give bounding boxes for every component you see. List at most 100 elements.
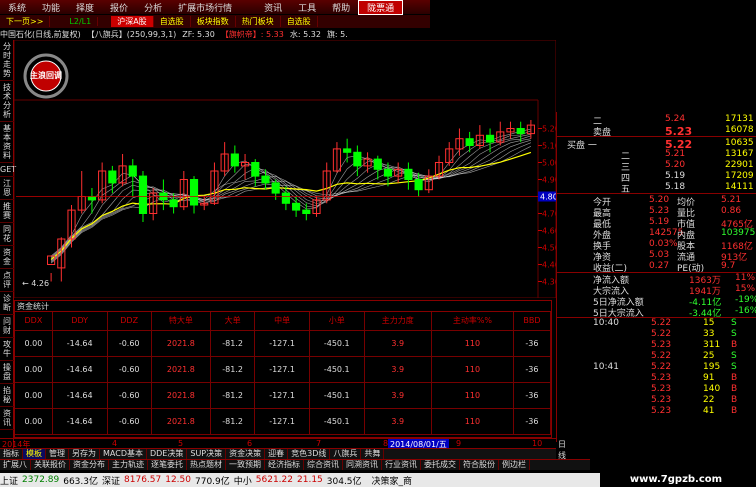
- ma-fan-line: [50, 130, 532, 258]
- tick-side: S: [731, 362, 737, 372]
- extension-tab[interactable]: 一致预期: [226, 460, 265, 470]
- capital-cell: -450.1: [309, 382, 365, 409]
- extension-tab[interactable]: 扩展八: [0, 460, 31, 470]
- indicator-tab[interactable]: 迎春: [265, 449, 289, 459]
- tick-volume: 15: [703, 318, 715, 328]
- left-tab[interactable]: 江恩: [0, 177, 14, 200]
- y-tick-label: 5.20: [542, 125, 556, 134]
- indicator-tab[interactable]: DDE决策: [147, 449, 188, 459]
- candle-body: [292, 202, 301, 211]
- left-tab[interactable]: 操盘: [0, 361, 14, 384]
- extension-tab[interactable]: 主力轨迹: [109, 460, 148, 470]
- capital-caption: 资金统计: [15, 301, 551, 312]
- tick-side: B: [731, 340, 738, 350]
- indicator-tab[interactable]: 竞色3D线: [288, 449, 331, 459]
- left-tab[interactable]: 同花: [0, 223, 14, 246]
- menu-item[interactable]: 资讯: [256, 1, 290, 14]
- left-tab[interactable]: 问财: [0, 315, 14, 338]
- capital-col-header: 大单: [210, 312, 256, 331]
- capital-cell: -81.2: [210, 356, 256, 383]
- candle-body: [353, 151, 362, 167]
- capital-cell: -0.60: [107, 408, 152, 435]
- bid-volume: 13167: [725, 149, 754, 159]
- menu-item[interactable]: 分析: [136, 1, 170, 14]
- extension-tab[interactable]: 同溯资讯: [343, 460, 382, 470]
- sz-change: 12.50: [165, 475, 191, 485]
- extension-tab[interactable]: 资金分布: [70, 460, 109, 470]
- indicator-tab[interactable]: SUP决策: [187, 449, 227, 459]
- extension-tab[interactable]: 综合资讯: [304, 460, 343, 470]
- capital-cell: -14.64: [52, 330, 108, 357]
- stat-value: 9.7: [721, 261, 736, 271]
- menu-item[interactable]: 扩展市场行情: [170, 1, 240, 14]
- zf-value: ZF: 5.30: [182, 29, 215, 39]
- toolbar-item[interactable]: 热门板块: [236, 16, 281, 27]
- left-tab[interactable]: 攻牛: [0, 338, 14, 361]
- capital-cell: -450.1: [309, 356, 365, 383]
- menu-item[interactable]: 报价: [102, 1, 136, 14]
- extension-tab[interactable]: 符合股份: [460, 460, 499, 470]
- capital-col-header: 主力力度: [364, 312, 432, 331]
- indicator-tab[interactable]: 共舞: [361, 449, 385, 459]
- indicator-tab[interactable]: 另存为: [69, 449, 100, 459]
- extension-tab[interactable]: 逐笔委托: [148, 460, 187, 470]
- toolbar-item[interactable]: 沪深A股: [111, 16, 154, 27]
- toolbar-item[interactable]: 板块指数: [191, 16, 236, 27]
- tick-volume: 195: [703, 362, 721, 372]
- left-tab[interactable]: 诊断: [0, 292, 14, 315]
- left-tab[interactable]: 资金: [0, 246, 14, 269]
- extension-tab[interactable]: 例边栏: [499, 460, 530, 470]
- left-tab[interactable]: GET: [0, 163, 16, 177]
- period-label[interactable]: 日线: [558, 439, 566, 461]
- indicator-tab[interactable]: 管理: [46, 449, 69, 459]
- capital-stats-panel: 资金统计 DDX DDY DDZ 特大单 大单 中单 小单 主力力度 主动率%% BBD 0.00…: [14, 300, 552, 438]
- indicator-tab[interactable]: 资金决策: [226, 449, 266, 459]
- extension-tab[interactable]: 热点题材: [187, 460, 226, 470]
- left-tab[interactable]: 推赛: [0, 200, 14, 223]
- left-tab[interactable]: 掐秘: [0, 384, 14, 407]
- y-tick-label: 4.60: [542, 227, 556, 236]
- extension-tab[interactable]: 经济指标: [265, 460, 304, 470]
- toolbar-item[interactable]: 下一页>>: [0, 16, 51, 27]
- menu-item[interactable]: 陇票通: [358, 0, 404, 15]
- stat-value: 103975: [721, 228, 756, 238]
- date-mark: 4: [112, 439, 118, 448]
- indicator-tab[interactable]: 指标: [0, 449, 23, 459]
- candlestick-chart[interactable]: 5.20 5.10 5.00 4.90 4.80 4.70 4.60 4.50 4.40 4.30…: [14, 40, 556, 298]
- capital-cell: -127.1: [254, 356, 310, 383]
- menu-item[interactable]: 帮助: [324, 1, 358, 14]
- candle-body: [465, 138, 474, 146]
- indicator-tab[interactable]: MACD基本: [100, 449, 147, 459]
- capital-cell: 3.9: [364, 382, 432, 409]
- menu-item[interactable]: 择度: [68, 1, 102, 14]
- tick-side: B: [731, 384, 738, 394]
- indicator-tab[interactable]: 八旗兵: [330, 449, 362, 459]
- capital-col-header: 小单: [309, 312, 365, 331]
- candle-body: [189, 179, 199, 206]
- tick-price: 5.23: [651, 384, 672, 394]
- extension-tab[interactable]: 关联报价: [31, 460, 70, 470]
- extension-tab[interactable]: 委托成交: [421, 460, 460, 470]
- menu-item[interactable]: 工具: [290, 1, 324, 14]
- tick-price: 5.22: [651, 318, 672, 328]
- left-tab[interactable]: 资讯: [0, 407, 14, 430]
- menu-item[interactable]: 功能: [34, 1, 68, 14]
- capital-col-header: BBD: [513, 312, 552, 331]
- left-tab[interactable]: 技术分析: [0, 81, 14, 122]
- menu-item[interactable]: 系统: [0, 1, 34, 14]
- candle-body: [271, 182, 280, 194]
- toolbar-item[interactable]: L2/L1: [63, 17, 99, 26]
- candle-body: [230, 153, 239, 167]
- candle-body: [108, 170, 117, 184]
- indicator-tab[interactable]: 模板: [23, 449, 46, 459]
- left-tab[interactable]: 点评: [0, 269, 14, 292]
- toolbar-item[interactable]: 自选股: [154, 16, 191, 27]
- tick-price: 5.23: [651, 406, 672, 416]
- extension-tab[interactable]: 行业资讯: [382, 460, 421, 470]
- capital-cell: 0.00: [15, 382, 53, 409]
- flag-value: 【旗帜帝】: 5.33: [220, 29, 284, 39]
- bid-volume: 14111: [725, 182, 754, 192]
- toolbar-item[interactable]: 自选股: [281, 16, 318, 27]
- left-tab[interactable]: 分时走势: [0, 40, 14, 81]
- left-tab[interactable]: 基本资料: [0, 122, 14, 163]
